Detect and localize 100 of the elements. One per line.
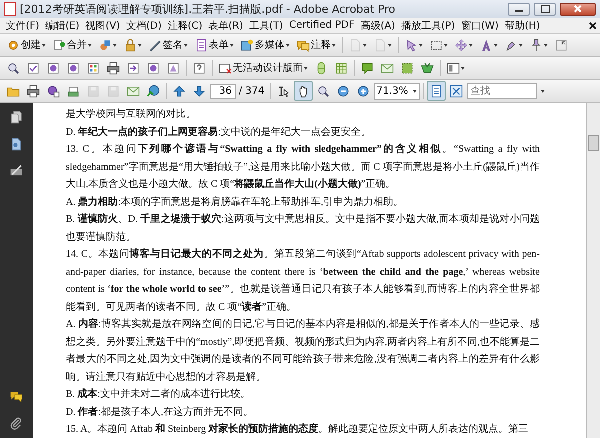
- scrollbar[interactable]: [586, 103, 600, 438]
- menu-item[interactable]: 注释(C): [164, 18, 206, 32]
- toolbar-button[interactable]: [294, 81, 313, 101]
- table-icon: [335, 62, 348, 74]
- menu-item[interactable]: 编辑(E): [42, 18, 83, 32]
- caret-icon: [412, 90, 417, 92]
- arrow-box-icon: [127, 62, 140, 74]
- caret-icon: [363, 44, 367, 46]
- zoom-field[interactable]: 71.3%: [374, 82, 420, 100]
- caret-icon: [519, 44, 523, 46]
- page-image-icon: [10, 138, 23, 151]
- disc-icon: [147, 62, 160, 74]
- gear-icon: [7, 38, 20, 52]
- shapes-icon: [99, 38, 112, 52]
- minimize-button[interactable]: [508, 2, 530, 16]
- search-field[interactable]: 查找: [466, 83, 537, 99]
- toolbar-button[interactable]: [426, 81, 446, 101]
- close-icon[interactable]: [589, 22, 597, 30]
- film-icon: [241, 38, 254, 52]
- paragraph: B. 谨慎防火、D. 千里之堤溃于蚁穴:这两项与文中意思相反。文中是指不要小题大做,而本项却是说对小问题也要谨慎防范。: [66, 212, 540, 244]
- caret-icon: [230, 44, 234, 46]
- scrollbar-thumb[interactable]: [588, 135, 599, 151]
- text-cursor-icon: [276, 84, 290, 98]
- lock-icon: [124, 38, 137, 52]
- maximize-icon: [540, 5, 550, 13]
- caret-icon: [494, 44, 498, 46]
- caret-icon: [286, 44, 290, 46]
- printer-icon: [27, 84, 40, 98]
- fit-page-icon: [430, 84, 443, 98]
- toolbar-button[interactable]: 表单: [192, 35, 237, 55]
- minus-circle-icon: [336, 84, 350, 98]
- checkbox-icon: [27, 62, 40, 74]
- globe-icon: [147, 84, 160, 98]
- pen-icon: [149, 38, 162, 52]
- paragraph: 是大学校园与互联网的对比。: [66, 108, 197, 122]
- caret-icon: [113, 44, 117, 46]
- menu-item[interactable]: 高级(A): [358, 18, 398, 32]
- paragraph: A. 鼎力相助:本项的字面意思是将肩膀靠在车轮上帮助推车,引申为鼎力相助。: [66, 196, 405, 210]
- note-icon: [361, 62, 374, 74]
- disc-icon: [67, 62, 80, 74]
- caret-icon: [544, 44, 548, 46]
- menu-item[interactable]: 文件(F): [3, 18, 43, 32]
- paragraph: 14. C。本题问博客与日记最大的不同之处为。第五段第二句谈到“Aftab supports adolescent privacy with pen-and-paper diaries, for instance, because the content there is ‘between the child and the page,’ whereas website content is ‘for the whole world to see’”。也就是说普通日记只有孩子本人能够看到,而博客上的内容全世界都能看到。可见两者的读者不同。故 C 项“读者”正确。: [66, 247, 540, 314]
- signature-icon: [10, 165, 23, 178]
- magnifier-icon: [316, 84, 330, 98]
- page-icon: [374, 38, 387, 52]
- toolbar-button[interactable]: 合并: [50, 35, 95, 55]
- caret-icon: [469, 44, 473, 46]
- toolbar-button[interactable]: 多媒体: [238, 35, 293, 55]
- page-number-field[interactable]: 36: [210, 84, 236, 98]
- maximize-button[interactable]: [534, 2, 556, 16]
- toolbar-button[interactable]: 无活动设计版面: [216, 58, 311, 78]
- document-icon: [4, 2, 16, 16]
- menu-item[interactable]: Certified PDF: [286, 20, 358, 31]
- speech-icon: [297, 38, 310, 52]
- caret-icon: [388, 44, 392, 46]
- caret-icon: [184, 44, 188, 46]
- paragraph: D. 作者:都是孩子本人,在这方面并无不同。: [66, 406, 255, 420]
- page-count: / 374: [238, 86, 266, 96]
- envelope-icon: [127, 84, 140, 98]
- grid-icon: [87, 62, 100, 74]
- menu-item[interactable]: 播放工具(P): [398, 18, 458, 32]
- menu-item[interactable]: 视图(V): [82, 18, 124, 32]
- panel-icon: [447, 62, 460, 74]
- close-button[interactable]: [560, 2, 596, 16]
- caret-icon: [461, 66, 465, 70]
- menu-item[interactable]: 帮助(H): [502, 18, 544, 32]
- hatch-icon: [401, 62, 414, 74]
- paragraph: 13. C。本题问下列哪个谚语与“Swatting a fly with sledgehammer”的含义相似。“Swatting a fly with sledgehammer”字面意思是“用大锤拍蚊子”,这是用来比喻小题大做。而 C 项字面意思是将小土丘(鼹鼠丘)当作大山,本质含义也是小题大做。故 C 项“将鼹鼠丘当作大山(小题大做)”正确。: [66, 142, 540, 192]
- magnifier-icon: [7, 62, 20, 74]
- paragraph: 15. A。本题问 Aftab 和 Steinberg 对家长的预防措施的态度。解此题要定位原文中两人所表达的观点。第三: [66, 422, 530, 437]
- toolbar-button[interactable]: 注释: [294, 35, 339, 55]
- pin-icon: [530, 38, 543, 52]
- pages-icon: [10, 111, 23, 124]
- select-rect-icon: [430, 38, 443, 52]
- letter-icon: [480, 38, 493, 52]
- close-icon: [574, 5, 582, 13]
- window-title: [2012考研英语阅读理解专项训练].王若平.扫描版.pdf - Adobe Acrobat Pro: [20, 2, 397, 16]
- fullscreen-icon: [450, 84, 463, 98]
- menu-item[interactable]: 文档(D): [123, 18, 165, 32]
- sidebar-button[interactable]: [8, 109, 25, 126]
- toolbar-button[interactable]: 创建: [4, 35, 49, 55]
- printer-icon: [107, 62, 120, 74]
- form-icon: [195, 38, 208, 52]
- capsule-icon: [315, 62, 328, 74]
- paragraph: B. 成本:文中并未对二者的成本进行比较。: [66, 388, 252, 402]
- plus-icon: [53, 38, 66, 52]
- question-icon: [193, 62, 206, 74]
- page-icon: [349, 38, 362, 52]
- pen-nib-icon: [505, 38, 518, 52]
- menu-item[interactable]: 表单(R): [206, 18, 246, 32]
- arrow-down-icon: [193, 84, 206, 98]
- menu-item[interactable]: 窗口(W): [458, 18, 502, 32]
- caret-icon: [332, 44, 336, 46]
- caret-icon: [88, 44, 92, 46]
- expand-icon: [555, 38, 568, 52]
- disc-icon: [47, 62, 60, 74]
- toolbar-button[interactable]: 签名: [146, 35, 191, 55]
- menu-item[interactable]: 工具(T): [246, 18, 286, 32]
- caret-icon: [304, 66, 308, 70]
